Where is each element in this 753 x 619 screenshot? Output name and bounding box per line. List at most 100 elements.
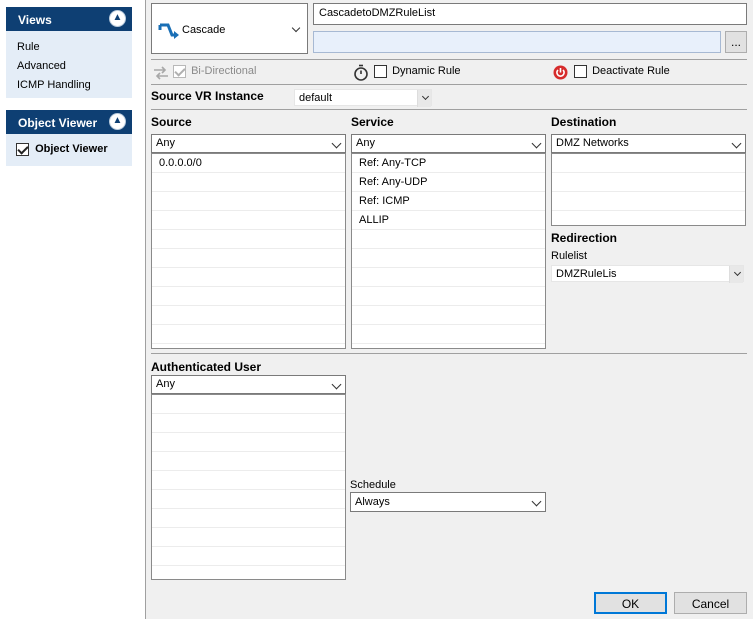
list-item <box>352 306 545 325</box>
deactivate-rule-checkbox[interactable] <box>574 65 587 78</box>
sidebar-item-rule[interactable]: Rule <box>17 41 40 53</box>
object-viewer-panel-body: Object Viewer <box>6 134 132 166</box>
chevron-down-icon <box>291 23 301 33</box>
views-panel-header[interactable]: Views ▲ <box>6 7 132 31</box>
list-item[interactable]: 0.0.0.0/0 <box>152 154 345 173</box>
chevron-down-icon <box>421 92 430 101</box>
vr-instance-label: Source VR Instance <box>151 89 264 103</box>
destination-selector[interactable]: DMZ Networks <box>551 134 746 153</box>
source-selector[interactable]: Any <box>151 134 346 153</box>
rulelist-select[interactable]: DMZRuleLis <box>551 265 744 283</box>
list-item <box>152 490 345 509</box>
authenticated-user-selector-value: Any <box>156 378 175 390</box>
service-selector-value: Any <box>356 137 375 149</box>
list-item <box>152 325 345 344</box>
bidirectional-option[interactable]: Bi-Directional <box>173 65 256 78</box>
list-item <box>152 211 345 230</box>
list-item <box>152 509 345 528</box>
source-list[interactable]: 0.0.0.0/0 <box>151 153 346 349</box>
rule-comment-input[interactable] <box>313 31 721 53</box>
chevron-down-icon <box>531 496 542 507</box>
sidebar-item-advanced[interactable]: Advanced <box>17 60 66 72</box>
destination-label: Destination <box>551 115 617 129</box>
sidebar-item-icmp-handling[interactable]: ICMP Handling <box>17 79 91 91</box>
list-item[interactable]: Ref: ICMP <box>352 192 545 211</box>
divider <box>151 353 747 354</box>
object-viewer-toggle[interactable]: Object Viewer <box>16 143 108 156</box>
bidirectional-label: Bi-Directional <box>191 65 257 78</box>
views-panel-title: Views <box>18 13 52 27</box>
list-item <box>152 249 345 268</box>
destination-list[interactable] <box>551 153 746 226</box>
destination-selector-value: DMZ Networks <box>556 137 629 149</box>
list-item <box>352 287 545 306</box>
schedule-select[interactable]: Always <box>350 492 546 512</box>
service-list[interactable]: Ref: Any-TCP Ref: Any-UDP Ref: ICMP ALLI… <box>351 153 546 349</box>
list-item <box>152 414 345 433</box>
object-viewer-checkbox-label: Object Viewer <box>35 143 108 156</box>
list-item <box>152 452 345 471</box>
list-item <box>152 471 345 490</box>
rulelist-dropdown[interactable] <box>729 266 743 283</box>
chevron-down-icon <box>731 138 742 149</box>
list-item <box>152 547 345 566</box>
list-item <box>552 154 745 173</box>
cancel-button[interactable]: Cancel <box>674 592 747 614</box>
dynamic-rule-checkbox[interactable] <box>374 65 387 78</box>
list-item <box>152 173 345 192</box>
list-item <box>352 230 545 249</box>
chevron-down-icon <box>733 268 742 277</box>
action-selector[interactable]: Cascade <box>151 3 308 54</box>
divider <box>151 84 747 85</box>
object-viewer-panel-header[interactable]: Object Viewer ▲ <box>6 110 132 134</box>
authenticated-user-selector[interactable]: Any <box>151 375 346 394</box>
vr-instance-dropdown[interactable] <box>417 90 431 107</box>
redirection-label: Redirection <box>551 231 618 245</box>
list-item <box>152 433 345 452</box>
list-item <box>152 192 345 211</box>
rulelist-label: Rulelist <box>551 250 588 262</box>
collapse-icon[interactable]: ▲ <box>109 113 126 130</box>
chevron-down-icon <box>331 379 342 390</box>
timer-icon <box>354 64 368 81</box>
source-label: Source <box>151 115 192 129</box>
vr-instance-value: default <box>299 92 333 104</box>
list-item <box>152 287 345 306</box>
list-item[interactable]: Ref: Any-UDP <box>352 173 545 192</box>
divider <box>151 109 747 110</box>
rule-editor: Cascade CascadetoDMZRuleList ... Bi-Dire… <box>147 0 753 619</box>
ok-button[interactable]: OK <box>594 592 667 614</box>
vr-instance-select[interactable]: default <box>294 89 432 107</box>
object-viewer-panel-title: Object Viewer <box>18 116 98 130</box>
chevron-down-icon <box>531 138 542 149</box>
service-selector[interactable]: Any <box>351 134 546 153</box>
sidebar: Views ▲ Rule Advanced ICMP Handling Obje… <box>0 0 146 619</box>
views-panel-body: Rule Advanced ICMP Handling <box>6 31 132 98</box>
authenticated-user-list[interactable] <box>151 394 346 580</box>
list-item <box>152 230 345 249</box>
list-item <box>352 325 545 344</box>
schedule-value: Always <box>355 496 390 508</box>
source-selector-value: Any <box>156 137 175 149</box>
deactivate-rule-label: Deactivate Rule <box>592 65 670 78</box>
object-viewer-checkbox[interactable] <box>16 143 29 156</box>
cascade-icon <box>158 23 179 39</box>
list-item <box>152 528 345 547</box>
list-item[interactable]: Ref: Any-TCP <box>352 154 545 173</box>
schedule-label: Schedule <box>350 479 396 491</box>
more-button[interactable]: ... <box>725 31 747 53</box>
dynamic-rule-option[interactable]: Dynamic Rule <box>374 65 461 78</box>
list-item[interactable]: ALLIP <box>352 211 545 230</box>
power-icon <box>553 65 568 80</box>
list-item <box>152 306 345 325</box>
collapse-icon[interactable]: ▲ <box>109 10 126 27</box>
service-label: Service <box>351 115 394 129</box>
list-item <box>352 268 545 287</box>
bidirectional-arrows-icon <box>154 66 168 80</box>
rule-name-input[interactable]: CascadetoDMZRuleList <box>313 3 747 25</box>
list-item <box>152 268 345 287</box>
deactivate-rule-option[interactable]: Deactivate Rule <box>574 65 670 78</box>
chevron-down-icon <box>331 138 342 149</box>
list-item <box>352 249 545 268</box>
bidirectional-checkbox[interactable] <box>173 65 186 78</box>
